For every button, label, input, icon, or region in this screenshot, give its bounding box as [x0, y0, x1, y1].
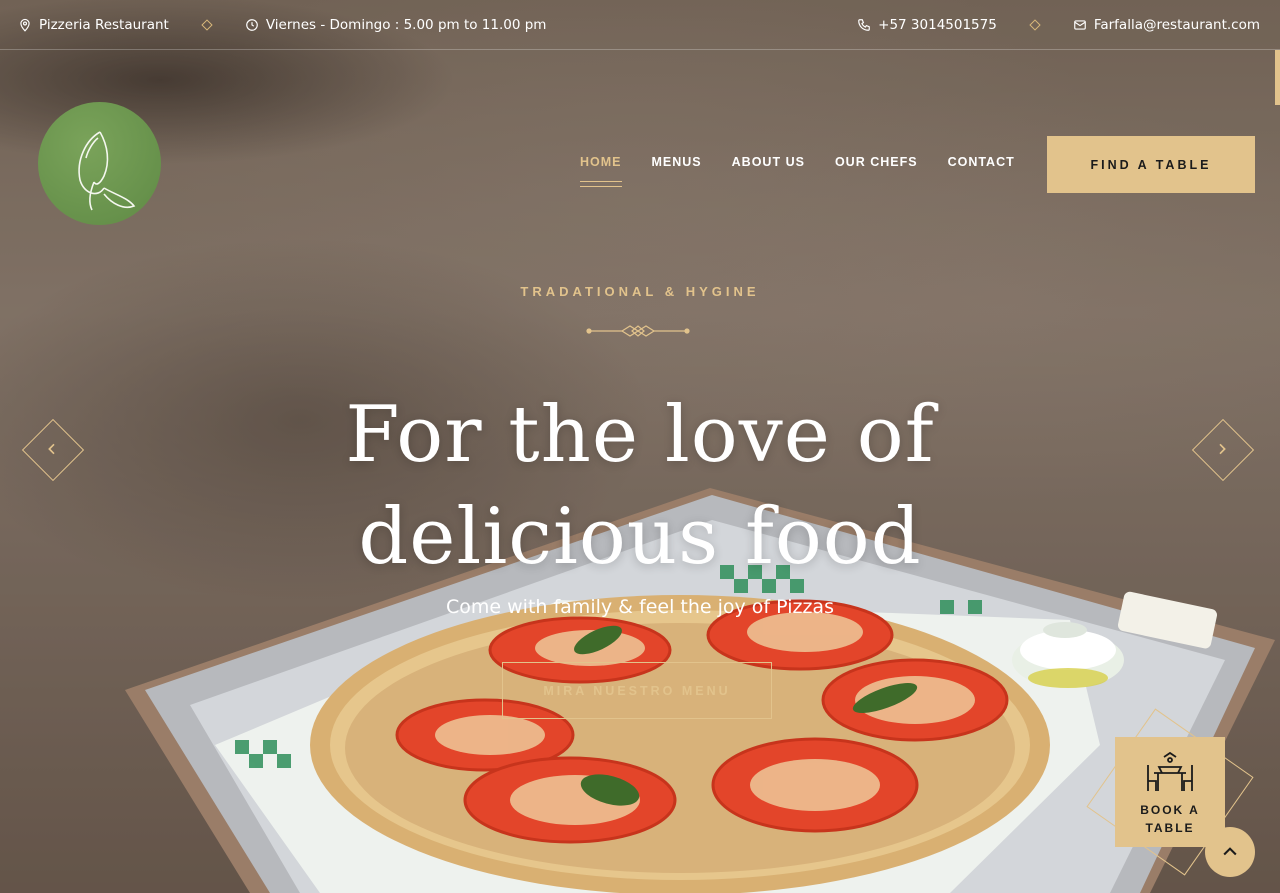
find-a-table-button[interactable]: FIND A TABLE	[1047, 136, 1255, 193]
nav-item-about-us[interactable]: ABOUT US	[732, 155, 805, 175]
phone-info[interactable]: +57 3014501575	[857, 17, 997, 33]
diamond-separator	[201, 18, 213, 31]
ornament-divider	[586, 325, 690, 337]
nav-item-contact[interactable]: CONTACT	[948, 155, 1015, 175]
top-info-right: +57 3014501575 Farfalla@restaurant.com	[857, 17, 1260, 33]
envelope-icon	[1073, 19, 1086, 30]
butterfly-logo[interactable]	[38, 102, 161, 225]
scrollbar-indicator[interactable]	[1275, 50, 1280, 105]
top-info-left: Pizzeria Restaurant Viernes - Domingo : …	[18, 17, 546, 33]
headline-line-1: For the love of	[345, 390, 935, 480]
phone-icon	[858, 18, 870, 31]
hours-info: Viernes - Domingo : 5.00 pm to 11.00 pm	[245, 16, 547, 33]
hours-text: Viernes - Domingo : 5.00 pm to 11.00 pm	[265, 16, 547, 33]
map-pin-icon	[20, 18, 30, 32]
chevron-up-icon	[1223, 847, 1237, 856]
clock-icon	[246, 18, 258, 31]
diamond-separator	[1029, 18, 1041, 31]
nav-item-home[interactable]: HOME	[580, 155, 622, 187]
nav-item-menus[interactable]: MENUS	[652, 155, 702, 175]
phone-text: +57 3014501575	[878, 16, 997, 33]
main-nav: HOME MENUS ABOUT US OUR CHEFS CONTACT	[580, 155, 1015, 187]
location-text: Pizzeria Restaurant	[39, 16, 169, 33]
headline-line-2: delicious food	[358, 492, 922, 582]
hero-tagline: Come with family & feel the joy of Pizza…	[446, 596, 834, 618]
slider-next-button[interactable]	[1191, 418, 1253, 480]
dining-table-icon	[1147, 751, 1193, 791]
slider-prev-button[interactable]	[21, 418, 83, 480]
book-a-table-label: BOOK A TABLE	[1140, 803, 1200, 835]
hero-subtitle: TRADATIONAL & HYGINE	[520, 284, 760, 299]
book-a-table-widget[interactable]: BOOK A TABLE	[1115, 737, 1225, 847]
hero-headline: For the love of delicious food	[0, 384, 1280, 588]
email-text: Farfalla@restaurant.com	[1093, 16, 1260, 33]
chevron-left-icon	[48, 443, 55, 455]
location-info[interactable]: Pizzeria Restaurant	[18, 17, 169, 33]
scroll-to-top-button[interactable]	[1205, 827, 1255, 877]
chevron-right-icon	[1219, 443, 1226, 455]
email-info[interactable]: Farfalla@restaurant.com	[1073, 17, 1260, 33]
top-info-bar: Pizzeria Restaurant Viernes - Domingo : …	[0, 0, 1280, 50]
nav-item-our-chefs[interactable]: OUR CHEFS	[835, 155, 918, 175]
view-menu-button[interactable]: MIRA NUESTRO MENU	[502, 662, 772, 719]
